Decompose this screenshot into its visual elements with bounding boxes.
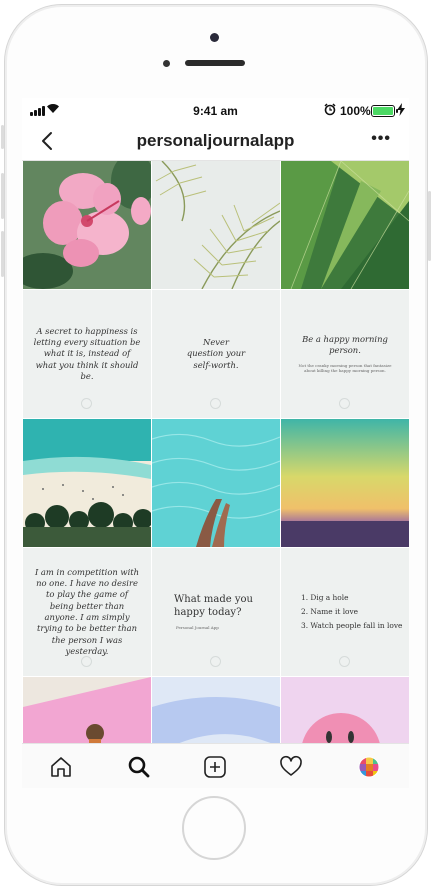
- quote-text: A secret to happiness is letting every s…: [33, 325, 141, 382]
- post-grid: A secret to happiness is letting every s…: [23, 161, 409, 743]
- status-bar: 9:41 am 100%: [22, 98, 409, 124]
- beach-image: [23, 419, 151, 547]
- post-quote-love-list[interactable]: 1. Dig a hole 2. Name it love 3. Watch p…: [281, 548, 409, 676]
- post-quote-self-worth[interactable]: Never question your self-worth.: [152, 290, 280, 418]
- post-photo-pink-wall[interactable]: [23, 677, 151, 743]
- watermark-icon: [81, 656, 92, 667]
- quote-list: 1. Dig a hole 2. Name it love 3. Watch p…: [281, 591, 402, 633]
- post-photo-feet[interactable]: [152, 419, 280, 547]
- quote-subtext: Not the cranky morning person that fanta…: [298, 362, 392, 374]
- volume-down-button: [1, 231, 4, 277]
- hibiscus-image: [23, 161, 151, 289]
- home-icon[interactable]: [48, 754, 74, 780]
- sunset-image: [281, 419, 409, 547]
- alarm-icon: [324, 103, 336, 116]
- watermark-icon: [210, 656, 221, 667]
- feet-image: [152, 419, 280, 547]
- watermark-icon: [339, 398, 350, 409]
- screen: 9:41 am 100% personaljournalapp ••• A se…: [22, 98, 409, 788]
- leaves-image: [281, 161, 409, 289]
- palm-image: [152, 161, 280, 289]
- earpiece-speaker: [185, 60, 245, 66]
- list-item: 1. Dig a hole: [301, 592, 349, 602]
- battery-percentage: 100%: [340, 104, 371, 118]
- watermark-icon: [81, 398, 92, 409]
- quote-text: I am in competition with no one. I have …: [34, 566, 140, 657]
- charging-icon: [397, 103, 405, 116]
- search-icon[interactable]: [126, 754, 152, 780]
- more-options-button[interactable]: •••: [371, 130, 391, 148]
- tab-bar: [22, 743, 409, 788]
- list-item: 2. Name it love: [301, 606, 359, 616]
- watermark-icon: [339, 656, 350, 667]
- back-icon[interactable]: [36, 128, 62, 154]
- post-photo-leaves[interactable]: [281, 161, 409, 289]
- volume-up-button: [1, 173, 4, 219]
- post-photo-smiley[interactable]: [281, 677, 409, 743]
- front-camera: [210, 33, 219, 42]
- profile-avatar[interactable]: [356, 754, 382, 780]
- home-button[interactable]: [182, 796, 246, 860]
- post-quote-happy-today[interactable]: What made you happy today? Personal Jour…: [152, 548, 280, 676]
- battery-icon: [371, 105, 398, 117]
- quote-subtext: Personal Journal App: [176, 625, 219, 631]
- post-photo-sky[interactable]: [152, 677, 280, 743]
- profile-username: personaljournalapp: [136, 131, 295, 150]
- post-photo-hibiscus[interactable]: [23, 161, 151, 289]
- post-quote-morning[interactable]: Be a happy morning person. Not the crank…: [281, 290, 409, 418]
- add-post-icon[interactable]: [202, 754, 228, 780]
- mute-switch: [1, 125, 4, 149]
- smiley-image: [281, 677, 409, 743]
- proximity-sensor: [163, 60, 170, 67]
- post-quote-happiness[interactable]: A secret to happiness is letting every s…: [23, 290, 151, 418]
- quote-text: Be a happy morning person.: [302, 334, 388, 356]
- post-photo-palm[interactable]: [152, 161, 280, 289]
- pink-wall-image: [23, 677, 151, 743]
- quote-text: Never question your self-worth.: [186, 336, 246, 370]
- post-photo-beach[interactable]: [23, 419, 151, 547]
- post-photo-sunset[interactable]: [281, 419, 409, 547]
- quote-text: What made you happy today?: [174, 594, 253, 619]
- post-quote-competition[interactable]: I am in competition with no one. I have …: [23, 548, 151, 676]
- list-item: 3. Watch people fall in love: [301, 621, 403, 631]
- profile-header: personaljournalapp •••: [22, 124, 409, 161]
- sky-image: [152, 677, 280, 743]
- heart-icon[interactable]: [278, 754, 304, 780]
- watermark-icon: [210, 398, 221, 409]
